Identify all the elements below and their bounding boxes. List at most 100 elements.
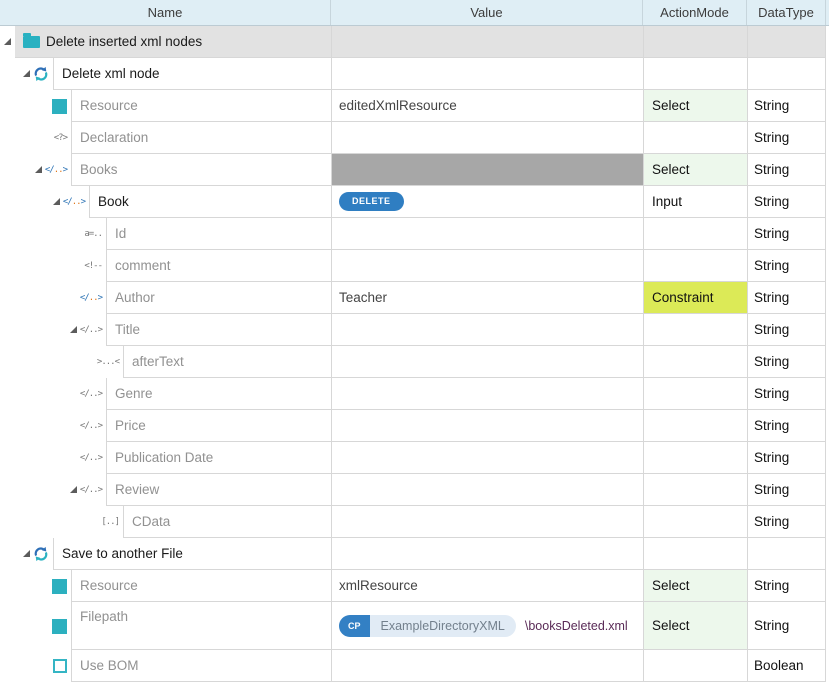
table-row[interactable]: </..>TitleString xyxy=(0,314,829,346)
value-cell[interactable] xyxy=(331,346,643,378)
name-cell[interactable]: Use BOM xyxy=(0,650,331,682)
actionmode-cell[interactable] xyxy=(643,538,747,570)
name-cell[interactable]: Resource xyxy=(0,570,331,602)
actionmode-cell[interactable]: Select xyxy=(643,90,747,122)
expander-expanded-icon[interactable] xyxy=(4,38,11,45)
datatype-cell[interactable]: String xyxy=(747,250,826,282)
actionmode-cell[interactable] xyxy=(643,410,747,442)
cp-param-name[interactable]: ExampleDirectoryXML xyxy=(370,615,516,637)
datatype-cell[interactable]: String xyxy=(747,154,826,186)
table-row[interactable]: <!--comment String xyxy=(0,250,829,282)
value-cell[interactable] xyxy=(331,506,643,538)
value-cell[interactable] xyxy=(331,474,643,506)
table-row[interactable]: </..>Publication DateString xyxy=(0,442,829,474)
datatype-cell[interactable]: String xyxy=(747,602,826,650)
expander-expanded-icon[interactable] xyxy=(23,70,30,77)
name-cell[interactable]: </..>Books xyxy=(0,154,331,186)
cp-badge[interactable]: CP xyxy=(339,615,370,637)
datatype-cell[interactable]: String xyxy=(747,346,826,378)
value-cell[interactable] xyxy=(331,314,643,346)
datatype-cell[interactable]: String xyxy=(747,506,826,538)
table-row[interactable]: [..]CData String xyxy=(0,506,829,538)
table-row[interactable]: Use BOM Boolean xyxy=(0,650,829,682)
table-row[interactable]: Delete xml node xyxy=(0,58,829,90)
actionmode-cell[interactable]: Select xyxy=(643,602,747,650)
name-cell[interactable]: >...<afterText xyxy=(0,346,331,378)
value-cell[interactable] xyxy=(331,650,643,682)
column-header-datatype[interactable]: DataType xyxy=(747,0,826,25)
actionmode-cell[interactable] xyxy=(643,250,747,282)
checkbox-unchecked-icon[interactable] xyxy=(53,659,67,673)
value-cell[interactable] xyxy=(331,378,643,410)
actionmode-cell[interactable] xyxy=(643,26,747,58)
value-cell[interactable]: Teacher xyxy=(331,282,643,314)
value-cell[interactable] xyxy=(331,410,643,442)
table-row[interactable]: </..>ReviewString xyxy=(0,474,829,506)
table-row[interactable]: </..>BooksSelectString xyxy=(0,154,829,186)
actionmode-cell[interactable] xyxy=(643,314,747,346)
table-row[interactable]: ResourceeditedXmlResourceSelectString xyxy=(0,90,829,122)
column-header-name[interactable]: Name xyxy=(0,0,331,25)
table-row[interactable]: </..>Genre String xyxy=(0,378,829,410)
value-cell[interactable]: editedXmlResource xyxy=(331,90,643,122)
table-row[interactable]: </..>BookDELETEInputString xyxy=(0,186,829,218)
name-cell[interactable]: Delete inserted xml nodes xyxy=(0,26,331,58)
actionmode-cell[interactable] xyxy=(643,474,747,506)
table-row[interactable]: Delete inserted xml nodes xyxy=(0,26,829,58)
actionmode-cell[interactable] xyxy=(643,218,747,250)
value-cell[interactable] xyxy=(331,442,643,474)
actionmode-cell[interactable] xyxy=(643,346,747,378)
datatype-cell[interactable]: String xyxy=(747,442,826,474)
name-cell[interactable]: a=..Id xyxy=(0,218,331,250)
datatype-cell[interactable] xyxy=(747,58,826,90)
datatype-cell[interactable]: String xyxy=(747,282,826,314)
value-cell[interactable]: CPExampleDirectoryXML\booksDeleted.xml xyxy=(331,602,643,650)
actionmode-cell[interactable] xyxy=(643,650,747,682)
datatype-cell[interactable]: Boolean xyxy=(747,650,826,682)
datatype-cell[interactable]: String xyxy=(747,410,826,442)
column-header-value[interactable]: Value xyxy=(331,0,643,25)
name-cell[interactable]: [..]CData xyxy=(0,506,331,538)
delete-action-badge[interactable]: DELETE xyxy=(339,192,404,211)
name-cell[interactable]: </..>Book xyxy=(0,186,331,218)
name-cell[interactable]: Delete xml node xyxy=(0,58,331,90)
value-cell[interactable] xyxy=(331,154,643,186)
expander-expanded-icon[interactable] xyxy=(23,550,30,557)
name-cell[interactable]: Filepath xyxy=(0,602,331,650)
value-cell[interactable] xyxy=(331,26,643,58)
name-cell[interactable]: <!--comment xyxy=(0,250,331,282)
table-row[interactable]: </..>AuthorTeacherConstraintString xyxy=(0,282,829,314)
value-cell[interactable] xyxy=(331,218,643,250)
expander-expanded-icon[interactable] xyxy=(53,198,60,205)
datatype-cell[interactable] xyxy=(747,26,826,58)
configuration-param-value[interactable]: CPExampleDirectoryXML xyxy=(339,615,516,637)
name-cell[interactable]: Resource xyxy=(0,90,331,122)
actionmode-cell[interactable]: Input xyxy=(643,186,747,218)
datatype-cell[interactable]: String xyxy=(747,218,826,250)
expander-expanded-icon[interactable] xyxy=(70,326,77,333)
table-row[interactable]: a=..Id String xyxy=(0,218,829,250)
datatype-cell[interactable] xyxy=(747,538,826,570)
column-header-actionmode[interactable]: ActionMode xyxy=(643,0,747,25)
table-row[interactable]: Save to another File xyxy=(0,538,829,570)
datatype-cell[interactable]: String xyxy=(747,314,826,346)
datatype-cell[interactable]: String xyxy=(747,122,826,154)
actionmode-cell[interactable] xyxy=(643,58,747,90)
actionmode-cell[interactable] xyxy=(643,506,747,538)
datatype-cell[interactable]: String xyxy=(747,570,826,602)
table-row[interactable]: >...<afterText String xyxy=(0,346,829,378)
table-row[interactable]: ResourcexmlResourceSelectString xyxy=(0,570,829,602)
table-row[interactable]: <?>Declaration String xyxy=(0,122,829,154)
actionmode-cell[interactable] xyxy=(643,378,747,410)
name-cell[interactable]: </..>Review xyxy=(0,474,331,506)
name-cell[interactable]: <?>Declaration xyxy=(0,122,331,154)
value-cell[interactable] xyxy=(331,122,643,154)
value-cell[interactable] xyxy=(331,538,643,570)
name-cell[interactable]: Save to another File xyxy=(0,538,331,570)
expander-expanded-icon[interactable] xyxy=(70,486,77,493)
actionmode-cell[interactable] xyxy=(643,122,747,154)
datatype-cell[interactable]: String xyxy=(747,378,826,410)
name-cell[interactable]: </..>Genre xyxy=(0,378,331,410)
actionmode-cell[interactable] xyxy=(643,442,747,474)
expander-expanded-icon[interactable] xyxy=(35,166,42,173)
